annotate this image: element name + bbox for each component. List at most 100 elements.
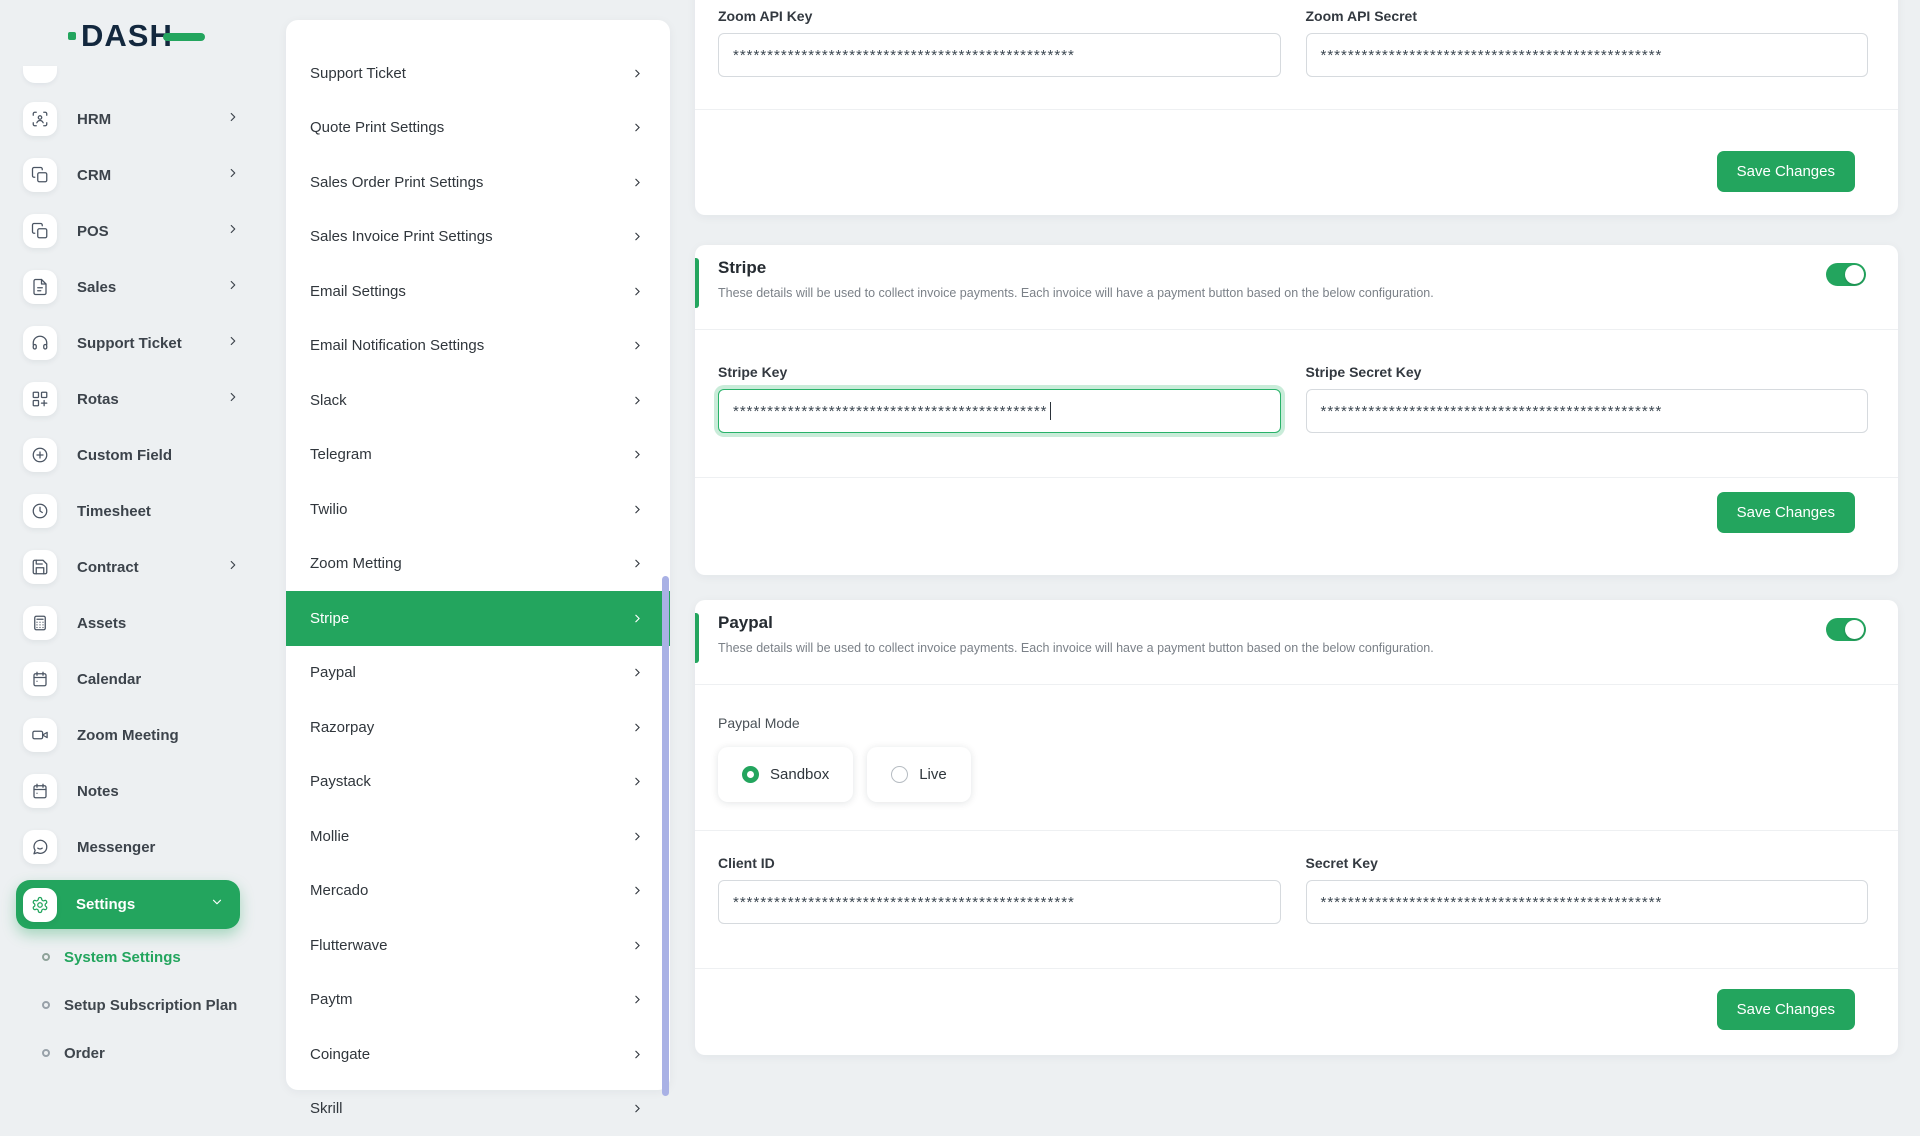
settings-nav-item-coingate[interactable]: Coingate bbox=[286, 1027, 670, 1082]
chevron-right-icon bbox=[226, 222, 240, 241]
sidebar-item-assets[interactable]: Assets bbox=[0, 595, 260, 651]
sidebar-item-label: Settings bbox=[76, 896, 210, 913]
chevron-right-icon bbox=[631, 612, 644, 625]
sidebar-item-label: Messenger bbox=[77, 839, 226, 856]
chevron-right-icon bbox=[226, 334, 240, 353]
settings-nav-item-twilio[interactable]: Twilio bbox=[286, 482, 670, 537]
stripe-key-input[interactable]: ****************************************… bbox=[718, 389, 1281, 433]
settings-nav-item-mollie[interactable]: Mollie bbox=[286, 809, 670, 864]
settings-nav-item-label: Skrill bbox=[310, 1100, 343, 1117]
sidebar-item-label: Assets bbox=[77, 615, 226, 632]
save-icon bbox=[23, 550, 57, 584]
secret-key-input[interactable]: ****************************************… bbox=[1306, 880, 1869, 924]
settings-nav-item-skrill[interactable]: Skrill bbox=[286, 1082, 670, 1136]
settings-nav-item-label: Paytm bbox=[310, 991, 353, 1008]
chevron-right-icon bbox=[631, 884, 644, 897]
settings-nav-item-label: Mollie bbox=[310, 828, 349, 845]
chevron-right-icon bbox=[631, 666, 644, 679]
settings-nav-item-sales-invoice-print-settings[interactable]: Sales Invoice Print Settings bbox=[286, 210, 670, 265]
sidebar-item-support-ticket[interactable]: Support Ticket bbox=[0, 315, 260, 371]
panel-scrollbar-thumb[interactable] bbox=[662, 576, 669, 1096]
sidebar-item-messenger[interactable]: Messenger bbox=[0, 819, 260, 875]
zoom-api-secret-input[interactable]: ****************************************… bbox=[1306, 33, 1869, 77]
settings-nav-item-razorpay[interactable]: Razorpay bbox=[286, 700, 670, 755]
copy-icon bbox=[23, 214, 57, 248]
settings-nav-item-quote-print-settings[interactable]: Quote Print Settings bbox=[286, 101, 670, 156]
sidebar-item-clipped[interactable] bbox=[23, 66, 57, 83]
paypal-settings-card: Paypal These details will be used to col… bbox=[695, 600, 1898, 1055]
chevron-right-icon bbox=[631, 993, 644, 1006]
sidebar-item-label: Rotas bbox=[77, 391, 226, 408]
sidebar-item-calendar[interactable]: Calendar bbox=[0, 651, 260, 707]
sidebar-item-contract[interactable]: Contract bbox=[0, 539, 260, 595]
settings-nav-item-zoom-metting[interactable]: Zoom Metting bbox=[286, 537, 670, 592]
chevron-right-icon bbox=[226, 166, 240, 185]
settings-nav-item-telegram[interactable]: Telegram bbox=[286, 428, 670, 483]
sidebar-item-sales[interactable]: Sales bbox=[0, 259, 260, 315]
settings-nav-item-label: Zoom Metting bbox=[310, 555, 402, 572]
settings-nav-item-flutterwave[interactable]: Flutterwave bbox=[286, 918, 670, 973]
sidebar-item-notes[interactable]: Notes bbox=[0, 763, 260, 819]
field-stripe-secret-key: Stripe Secret Key **********************… bbox=[1306, 364, 1869, 433]
sidebar-item-label: CRM bbox=[77, 167, 226, 184]
field-label: Zoom API Key bbox=[718, 8, 1281, 24]
paypal-mode-label: Paypal Mode bbox=[718, 715, 1868, 731]
paypal-mode-sandbox-option[interactable]: Sandbox bbox=[718, 747, 853, 802]
settings-nav-item-slack[interactable]: Slack bbox=[286, 373, 670, 428]
chevron-right-icon bbox=[631, 1102, 644, 1115]
client-id-input[interactable]: ****************************************… bbox=[718, 880, 1281, 924]
radio-unselected-icon[interactable] bbox=[891, 766, 908, 783]
chevron-right-icon bbox=[631, 557, 644, 570]
settings-nav-panel: Support Ticket Quote Print Settings Sale… bbox=[286, 20, 670, 1090]
sidebar-item-rotas[interactable]: Rotas bbox=[0, 371, 260, 427]
zoom-api-key-input[interactable]: ****************************************… bbox=[718, 33, 1281, 77]
stripe-enabled-toggle[interactable] bbox=[1826, 263, 1866, 286]
chevron-right-icon bbox=[631, 939, 644, 952]
settings-nav-item-label: Stripe bbox=[310, 610, 349, 627]
logo-accent-square bbox=[68, 32, 76, 40]
chevron-right-icon bbox=[631, 230, 644, 243]
text-caret bbox=[1050, 402, 1052, 420]
settings-submenu-item-order[interactable]: Order bbox=[0, 1029, 260, 1077]
sidebar-item-pos[interactable]: POS bbox=[0, 203, 260, 259]
sidebar-item-zoom-meeting[interactable]: Zoom Meeting bbox=[0, 707, 260, 763]
sidebar-item-timesheet[interactable]: Timesheet bbox=[0, 483, 260, 539]
sidebar-item-label: Calendar bbox=[77, 671, 226, 688]
stripe-secret-key-input[interactable]: ****************************************… bbox=[1306, 389, 1869, 433]
settings-nav-item-label: Paypal bbox=[310, 664, 356, 681]
settings-nav-item-email-settings[interactable]: Email Settings bbox=[286, 264, 670, 319]
settings-nav-item-paytm[interactable]: Paytm bbox=[286, 973, 670, 1028]
section-accent-bar bbox=[695, 258, 699, 308]
settings-nav-item-label: Sales Order Print Settings bbox=[310, 174, 483, 191]
app-logo[interactable]: DASH bbox=[68, 20, 205, 51]
section-description: These details will be used to collect in… bbox=[718, 641, 1868, 655]
sidebar-item-settings[interactable]: Settings bbox=[16, 880, 240, 929]
settings-nav-item-support-ticket[interactable]: Support Ticket bbox=[286, 46, 670, 101]
settings-nav-item-paypal[interactable]: Paypal bbox=[286, 646, 670, 701]
settings-submenu-item-system-settings[interactable]: System Settings bbox=[0, 933, 260, 981]
bullet-icon bbox=[42, 1049, 50, 1057]
paypal-mode-live-option[interactable]: Live bbox=[867, 747, 971, 802]
settings-submenu-item-setup-subscription-plan[interactable]: Setup Subscription Plan bbox=[0, 981, 260, 1029]
save-button[interactable]: Save Changes bbox=[1717, 151, 1855, 192]
settings-nav-item-sales-order-print-settings[interactable]: Sales Order Print Settings bbox=[286, 155, 670, 210]
settings-nav-item-stripe[interactable]: Stripe bbox=[286, 591, 670, 646]
sidebar-item-hrm[interactable]: HRM bbox=[0, 91, 260, 147]
sidebar-item-label: Timesheet bbox=[77, 503, 226, 520]
clock-icon bbox=[23, 494, 57, 528]
stripe-settings-card: Stripe These details will be used to col… bbox=[695, 245, 1898, 575]
sidebar-item-label: Zoom Meeting bbox=[77, 727, 226, 744]
save-button[interactable]: Save Changes bbox=[1717, 989, 1855, 1030]
paypal-enabled-toggle[interactable] bbox=[1826, 618, 1866, 641]
sidebar-item-label: HRM bbox=[77, 111, 226, 128]
settings-nav-item-label: Support Ticket bbox=[310, 65, 406, 82]
settings-nav-item-label: Telegram bbox=[310, 446, 372, 463]
settings-nav-item-mercado[interactable]: Mercado bbox=[286, 864, 670, 919]
settings-nav-item-email-notification-settings[interactable]: Email Notification Settings bbox=[286, 319, 670, 374]
save-button[interactable]: Save Changes bbox=[1717, 492, 1855, 533]
sidebar-item-custom-field[interactable]: Custom Field bbox=[0, 427, 260, 483]
sidebar-item-crm[interactable]: CRM bbox=[0, 147, 260, 203]
settings-nav-item-paystack[interactable]: Paystack bbox=[286, 755, 670, 810]
chevron-right-icon bbox=[226, 558, 240, 577]
radio-selected-icon[interactable] bbox=[742, 766, 759, 783]
